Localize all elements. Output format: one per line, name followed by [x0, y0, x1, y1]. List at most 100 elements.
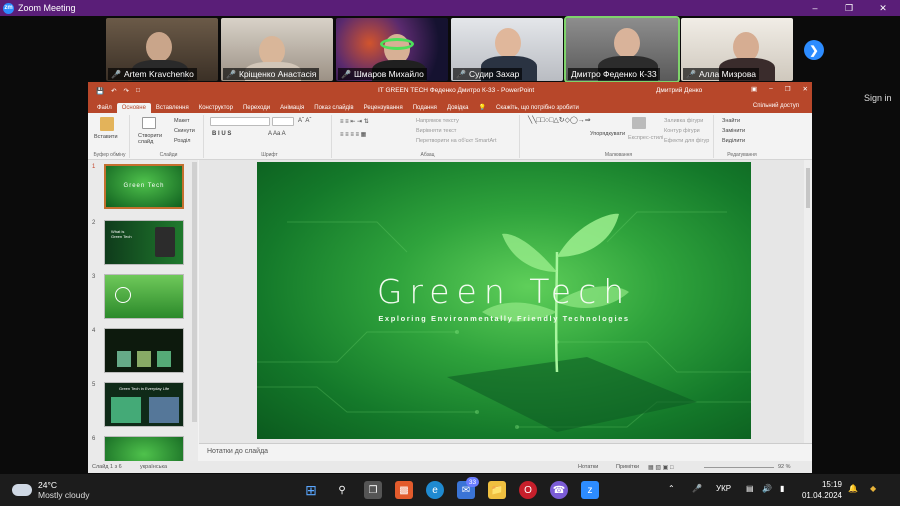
participant-tile[interactable]: 🎤 Судир Захар: [451, 18, 563, 81]
zoom-logo-icon: zm: [3, 2, 14, 14]
ppt-minimize-icon[interactable]: –: [769, 85, 773, 93]
tab-review[interactable]: Рецензування: [359, 103, 408, 113]
participant-tile[interactable]: 🎤 Алла Мизрова: [681, 18, 793, 81]
editor-scrollbar[interactable]: [804, 160, 812, 443]
tab-file[interactable]: Файл: [92, 103, 117, 113]
paste-icon[interactable]: [100, 117, 114, 131]
align-text-button[interactable]: Вирівняти текст: [416, 128, 456, 134]
network-icon[interactable]: ▤: [746, 484, 754, 493]
slide-thumbnail[interactable]: [104, 274, 184, 319]
minimize-icon[interactable]: –: [798, 0, 832, 16]
bullets-icon[interactable]: ≡ ≡ ⇤ ⇥ ⇅: [340, 118, 369, 125]
notification-bell-icon[interactable]: 🔔: [848, 484, 858, 493]
smartart-button[interactable]: Перетворити на об'єкт SmartArt: [416, 138, 497, 144]
ppt-title-bar: 💾 ↶ ↷ □ IT GREEN TECH Феденко Дмитро К-3…: [88, 82, 812, 99]
search-icon[interactable]: ⚲: [333, 481, 351, 499]
edge-icon[interactable]: e: [426, 481, 444, 499]
ppt-user-name[interactable]: Дмитрий Денко: [656, 87, 702, 94]
zoom-slider[interactable]: [704, 467, 774, 468]
slide-title[interactable]: Green Tech: [257, 272, 751, 311]
tray-chevron-up-icon[interactable]: ⌃: [668, 484, 675, 493]
undo-icon[interactable]: ↶: [111, 87, 116, 95]
shape-effects-button[interactable]: Ефекти для фігур: [664, 138, 709, 144]
new-slide-icon[interactable]: [142, 117, 156, 129]
participant-tile-active-speaker[interactable]: Дмитро Феденко К-33: [564, 16, 680, 83]
align-icon[interactable]: ≡ ≡ ≡ ≡ ▦: [340, 131, 366, 138]
windows-taskbar: 24°C Mostly cloudy ⊞ ⚲ ❐ ▩ e ✉ 33 📁 O ☎ …: [0, 474, 900, 506]
gallery-next-arrow-icon[interactable]: ❯: [804, 40, 824, 60]
tab-insert[interactable]: Вставлення: [151, 103, 194, 113]
font-grow-icon[interactable]: Aˆ Aˇ: [298, 118, 311, 124]
participant-tile[interactable]: 🎤 Кріщенко Анастасія: [221, 18, 333, 81]
ppt-document-title: IT GREEN TECH Феденко Дмитро К-33 - Powe…: [378, 87, 535, 94]
participant-tile[interactable]: 🎤 Шмаров Михайло: [336, 18, 448, 81]
copilot-icon[interactable]: ◆: [870, 484, 876, 493]
text-direction-button[interactable]: Напрямок тексту: [416, 118, 459, 124]
participant-tile[interactable]: 🎤 Artem Kravchenko: [106, 18, 218, 81]
ppt-close-icon[interactable]: ✕: [803, 85, 808, 93]
find-button[interactable]: Знайти: [722, 118, 740, 124]
tab-home[interactable]: Основне: [116, 103, 151, 113]
new-slide-button[interactable]: Створити слайд: [138, 133, 168, 145]
current-slide[interactable]: Green Tech Exploring Environmentally Fri…: [257, 162, 751, 439]
tab-design[interactable]: Конструктор: [194, 103, 238, 113]
thumbs-scrollbar[interactable]: [192, 162, 197, 422]
quick-styles-button[interactable]: Експрес-стилі: [628, 135, 663, 141]
slide-thumbnail[interactable]: Green Tech: [104, 164, 184, 209]
present-icon[interactable]: □: [136, 87, 140, 95]
volume-icon[interactable]: 🔊: [762, 484, 772, 493]
ribbon-options-icon[interactable]: ▣: [751, 85, 757, 93]
slide-subtitle[interactable]: Exploring Environmentally Friendly Techn…: [257, 314, 751, 323]
tab-view[interactable]: Подання: [408, 103, 442, 113]
tab-help[interactable]: Довідка: [442, 103, 474, 113]
thumb-number: 6: [92, 436, 96, 442]
share-button[interactable]: Спільний доступ: [748, 101, 804, 111]
tab-slideshow[interactable]: Показ слайдів: [309, 103, 358, 113]
restore-icon[interactable]: ❐: [832, 0, 866, 16]
input-language[interactable]: УКР: [716, 484, 731, 493]
microphone-icon[interactable]: 🎤: [692, 484, 702, 493]
slide-thumbnail[interactable]: Green Tech in Everyday Life: [104, 382, 184, 427]
sign-in-link[interactable]: Sign in: [864, 93, 892, 103]
tell-me-search[interactable]: Скажіть, що потрібно зробити: [491, 103, 584, 113]
slide-thumbnail[interactable]: What is Green Tech: [104, 220, 184, 265]
save-icon[interactable]: 💾: [96, 87, 104, 95]
system-clock[interactable]: 15:19 01.04.2024: [798, 479, 842, 501]
language-status[interactable]: українська: [140, 464, 167, 470]
view-buttons-icon[interactable]: ▦ ▧ ▣ □: [648, 464, 674, 471]
zoom-app-icon[interactable]: z: [581, 481, 599, 499]
select-button[interactable]: Виділити: [722, 138, 745, 144]
weather-widget[interactable]: 24°C Mostly cloudy: [12, 480, 90, 500]
notes-toggle[interactable]: Нотатки: [578, 464, 598, 470]
opera-icon[interactable]: O: [519, 481, 537, 499]
store-icon[interactable]: ▩: [395, 481, 413, 499]
sections-button[interactable]: Розділ: [174, 138, 190, 144]
windows-start-icon[interactable]: ⊞: [302, 481, 320, 499]
redo-icon[interactable]: ↷: [124, 87, 129, 95]
paste-button[interactable]: Вставити: [94, 134, 118, 140]
font-family-select[interactable]: [210, 117, 270, 126]
file-explorer-icon[interactable]: 📁: [488, 481, 506, 499]
replace-button[interactable]: Замінити: [722, 128, 745, 134]
close-icon[interactable]: ✕: [866, 0, 900, 16]
quick-styles-icon[interactable]: [632, 117, 646, 129]
layout-button[interactable]: Макет: [174, 118, 190, 124]
comments-toggle[interactable]: Примітки: [616, 464, 639, 470]
shape-outline-button[interactable]: Контур фігури: [664, 128, 700, 134]
slide-thumbnail[interactable]: [104, 328, 184, 373]
bold-icon[interactable]: B I U S: [212, 131, 231, 137]
font-color-icon[interactable]: A Aa A: [268, 131, 286, 137]
font-size-select[interactable]: [272, 117, 294, 126]
task-view-icon[interactable]: ❐: [364, 481, 382, 499]
ppt-restore-icon[interactable]: ❐: [785, 85, 791, 93]
viber-icon[interactable]: ☎: [550, 481, 568, 499]
battery-icon[interactable]: ▮: [780, 484, 784, 493]
zoom-level[interactable]: 92 %: [778, 464, 791, 470]
shape-fill-button[interactable]: Заливка фігури: [664, 118, 703, 124]
tab-animations[interactable]: Анімація: [275, 103, 309, 113]
shapes-gallery-icon[interactable]: ╲╲□□○□△↻◇◯→⇒: [528, 117, 591, 125]
notes-pane[interactable]: Нотатки до слайда: [199, 443, 812, 461]
reset-button[interactable]: Скинути: [174, 128, 195, 134]
tab-transitions[interactable]: Переходи: [238, 103, 275, 113]
arrange-button[interactable]: Упорядкувати: [590, 131, 625, 137]
